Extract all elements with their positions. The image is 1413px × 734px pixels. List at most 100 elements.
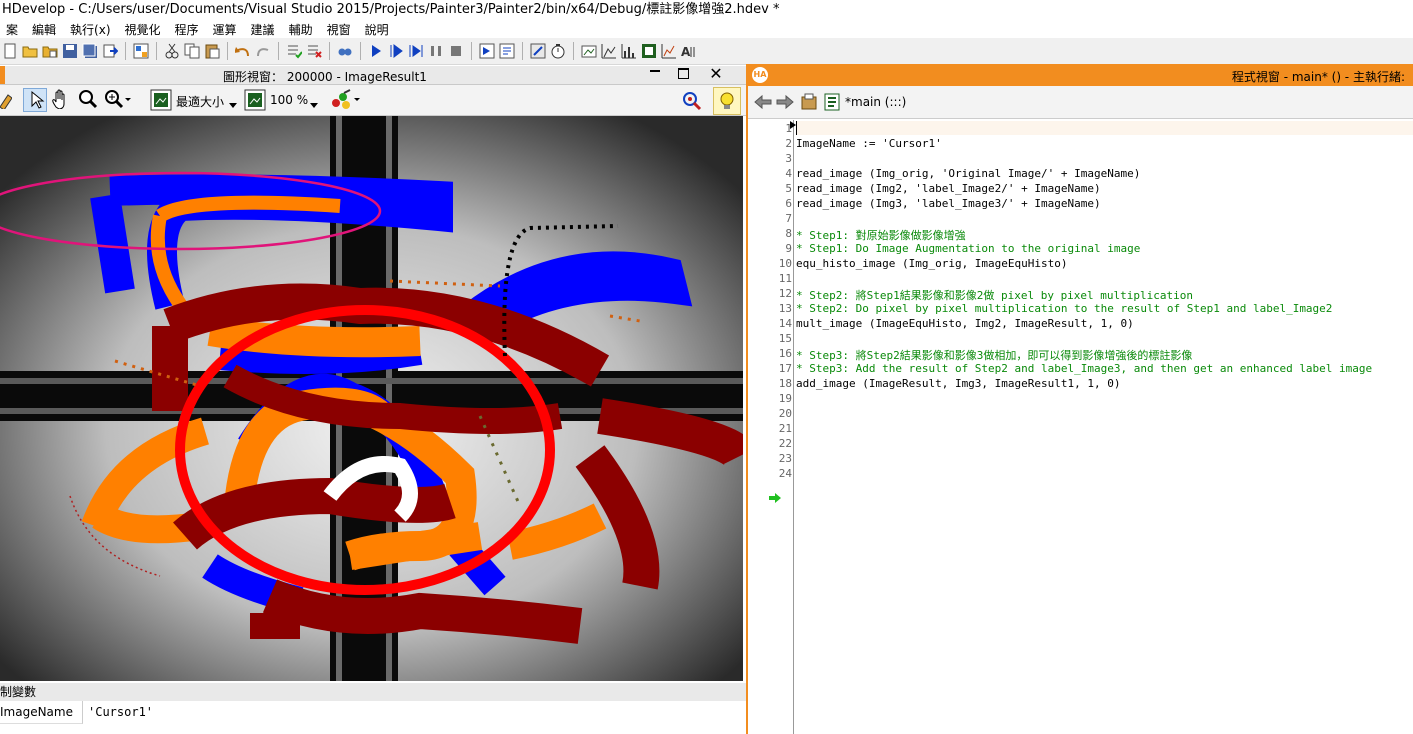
menu-procedures[interactable]: 程序 <box>169 21 207 38</box>
line-number: 4 <box>785 167 792 180</box>
graphics-window-title: 圖形視窗： 200000 - ImageResult1 <box>223 70 427 84</box>
minimize-icon[interactable] <box>650 70 660 72</box>
graphics-canvas[interactable] <box>0 116 743 681</box>
variable-name[interactable]: ImageName <box>0 701 83 724</box>
line-number: 20 <box>778 407 792 420</box>
procedure-selector[interactable]: *main (:::) <box>845 95 906 109</box>
gray-histogram-icon[interactable] <box>640 42 658 60</box>
line-number: 9 <box>785 242 792 255</box>
zoom-mode-dropdown-icon[interactable] <box>229 98 239 112</box>
line-number: 15 <box>778 332 792 345</box>
maximize-icon[interactable] <box>678 68 689 79</box>
histogram-icon[interactable] <box>600 42 618 60</box>
variables-panel-header: 制變數 <box>0 683 746 701</box>
pan-hand-icon[interactable] <box>50 89 70 112</box>
line-number: 16 <box>778 347 792 360</box>
menu-help[interactable]: 說明 <box>359 21 397 38</box>
undo-icon[interactable] <box>234 42 252 60</box>
export-icon[interactable] <box>101 42 119 60</box>
activate-line-icon[interactable] <box>285 42 303 60</box>
halcon-logo-icon: HA <box>752 67 768 83</box>
code-line[interactable]: equ_histo_image (Img_orig, ImageEquHisto… <box>796 257 1068 270</box>
line-profile-icon[interactable] <box>620 42 638 60</box>
code-line[interactable]: read_image (Img2, 'label_Image2/' + Imag… <box>796 182 1101 195</box>
open-recent-icon[interactable] <box>41 42 59 60</box>
line-number: 17 <box>778 362 792 375</box>
line-number: 22 <box>778 437 792 450</box>
save-all-icon[interactable] <box>81 42 99 60</box>
zoom-icon[interactable] <box>104 89 132 112</box>
code-comment-line[interactable]: * Step3: 將Step2結果影像和影像3做相加，即可以得到影像增強後的標註… <box>796 347 1192 363</box>
text-cursor <box>796 121 797 135</box>
current-line-highlight <box>796 121 1413 135</box>
image-result-display <box>0 116 743 681</box>
code-comment-line[interactable]: * Step2: 將Step1結果影像和影像2做 pixel by pixel … <box>796 287 1193 303</box>
redo-icon[interactable] <box>254 42 272 60</box>
menu-window[interactable]: 視窗 <box>321 21 359 38</box>
step-into-icon[interactable] <box>478 42 496 60</box>
ocr-icon[interactable]: A <box>680 42 698 60</box>
code-comment-line[interactable]: * Step1: Do Image Augmentation to the or… <box>796 242 1140 255</box>
inspect-icon[interactable] <box>680 89 702 114</box>
cut-icon[interactable] <box>163 42 181 60</box>
zoom-percent-dropdown-icon[interactable] <box>310 98 320 112</box>
step-out-icon[interactable] <box>498 42 516 60</box>
menu-edit[interactable]: 編輯 <box>26 21 64 38</box>
profiler-icon[interactable] <box>549 42 567 60</box>
forward-arrow-icon[interactable] <box>776 94 794 113</box>
image-info-icon[interactable] <box>580 42 598 60</box>
pencil-icon[interactable] <box>0 91 13 112</box>
line-number: 6 <box>785 197 792 210</box>
color-settings-icon[interactable] <box>330 89 362 114</box>
run-icon[interactable] <box>367 42 385 60</box>
line-number: 10 <box>778 257 792 270</box>
insertion-marker-icon <box>769 492 781 506</box>
stop-icon[interactable] <box>447 42 465 60</box>
procedure-list-icon[interactable] <box>800 93 818 114</box>
menu-execute[interactable]: 執行(x) <box>64 21 118 38</box>
pause-icon[interactable] <box>427 42 445 60</box>
code-line[interactable]: read_image (Img_orig, 'Original Image/' … <box>796 167 1140 180</box>
code-line[interactable]: ImageName := 'Cursor1' <box>796 137 942 150</box>
variables-panel: ImageName 'Cursor1' <box>0 701 746 734</box>
feature-histogram-icon[interactable] <box>660 42 678 60</box>
deactivate-line-icon[interactable] <box>305 42 323 60</box>
new-file-icon[interactable] <box>1 42 19 60</box>
line-number: 13 <box>778 302 792 315</box>
step-over-icon[interactable] <box>387 42 405 60</box>
menu-assistants[interactable]: 輔助 <box>283 21 321 38</box>
code-comment-line[interactable]: * Step1: 對原始影像做影像增強 <box>796 227 966 243</box>
open-folder-icon[interactable] <box>21 42 39 60</box>
menu-suggestions[interactable]: 建議 <box>245 21 283 38</box>
paste-icon[interactable] <box>203 42 221 60</box>
reset-program-icon[interactable] <box>529 42 547 60</box>
code-editor[interactable] <box>752 120 1413 734</box>
code-comment-line[interactable]: * Step2: Do pixel by pixel multiplicatio… <box>796 302 1332 315</box>
menu-visualization[interactable]: 視覺化 <box>119 21 169 38</box>
menu-operators[interactable]: 運算 <box>207 21 245 38</box>
back-arrow-icon[interactable] <box>754 94 772 113</box>
code-comment-line[interactable]: * Step3: Add the result of Step2 and lab… <box>796 362 1372 375</box>
zoom-mode-label[interactable]: 最適大小 <box>176 93 224 110</box>
procedure-icon[interactable] <box>824 93 840 114</box>
quick-navigation-icon[interactable] <box>132 42 150 60</box>
close-icon[interactable]: ✕ <box>705 65 727 83</box>
program-window-titlebar: HA 程式視窗 - main* () - 主執行緒: <box>748 64 1413 86</box>
line-number: 12 <box>778 287 792 300</box>
save-icon[interactable] <box>61 42 79 60</box>
variable-value[interactable]: 'Cursor1' <box>88 701 153 723</box>
code-line[interactable]: mult_image (ImageEquHisto, Img2, ImageRe… <box>796 317 1134 330</box>
run-to-insertion-icon[interactable] <box>407 42 425 60</box>
lightbulb-icon[interactable] <box>713 87 741 115</box>
zoom-percent-value[interactable]: 100 % <box>270 93 308 107</box>
menu-file[interactable]: 案 <box>0 21 26 38</box>
pane-splitter[interactable] <box>746 64 748 734</box>
copy-icon[interactable] <box>183 42 201 60</box>
zoom-percent-icon[interactable] <box>244 89 266 114</box>
fit-window-icon[interactable] <box>150 89 172 114</box>
pointer-tool-icon[interactable] <box>23 88 47 112</box>
magnifier-icon[interactable] <box>78 89 98 112</box>
find-icon[interactable] <box>336 42 354 60</box>
code-line[interactable]: read_image (Img3, 'label_Image3/' + Imag… <box>796 197 1101 210</box>
code-line[interactable]: add_image (ImageResult, Img3, ImageResul… <box>796 377 1121 390</box>
